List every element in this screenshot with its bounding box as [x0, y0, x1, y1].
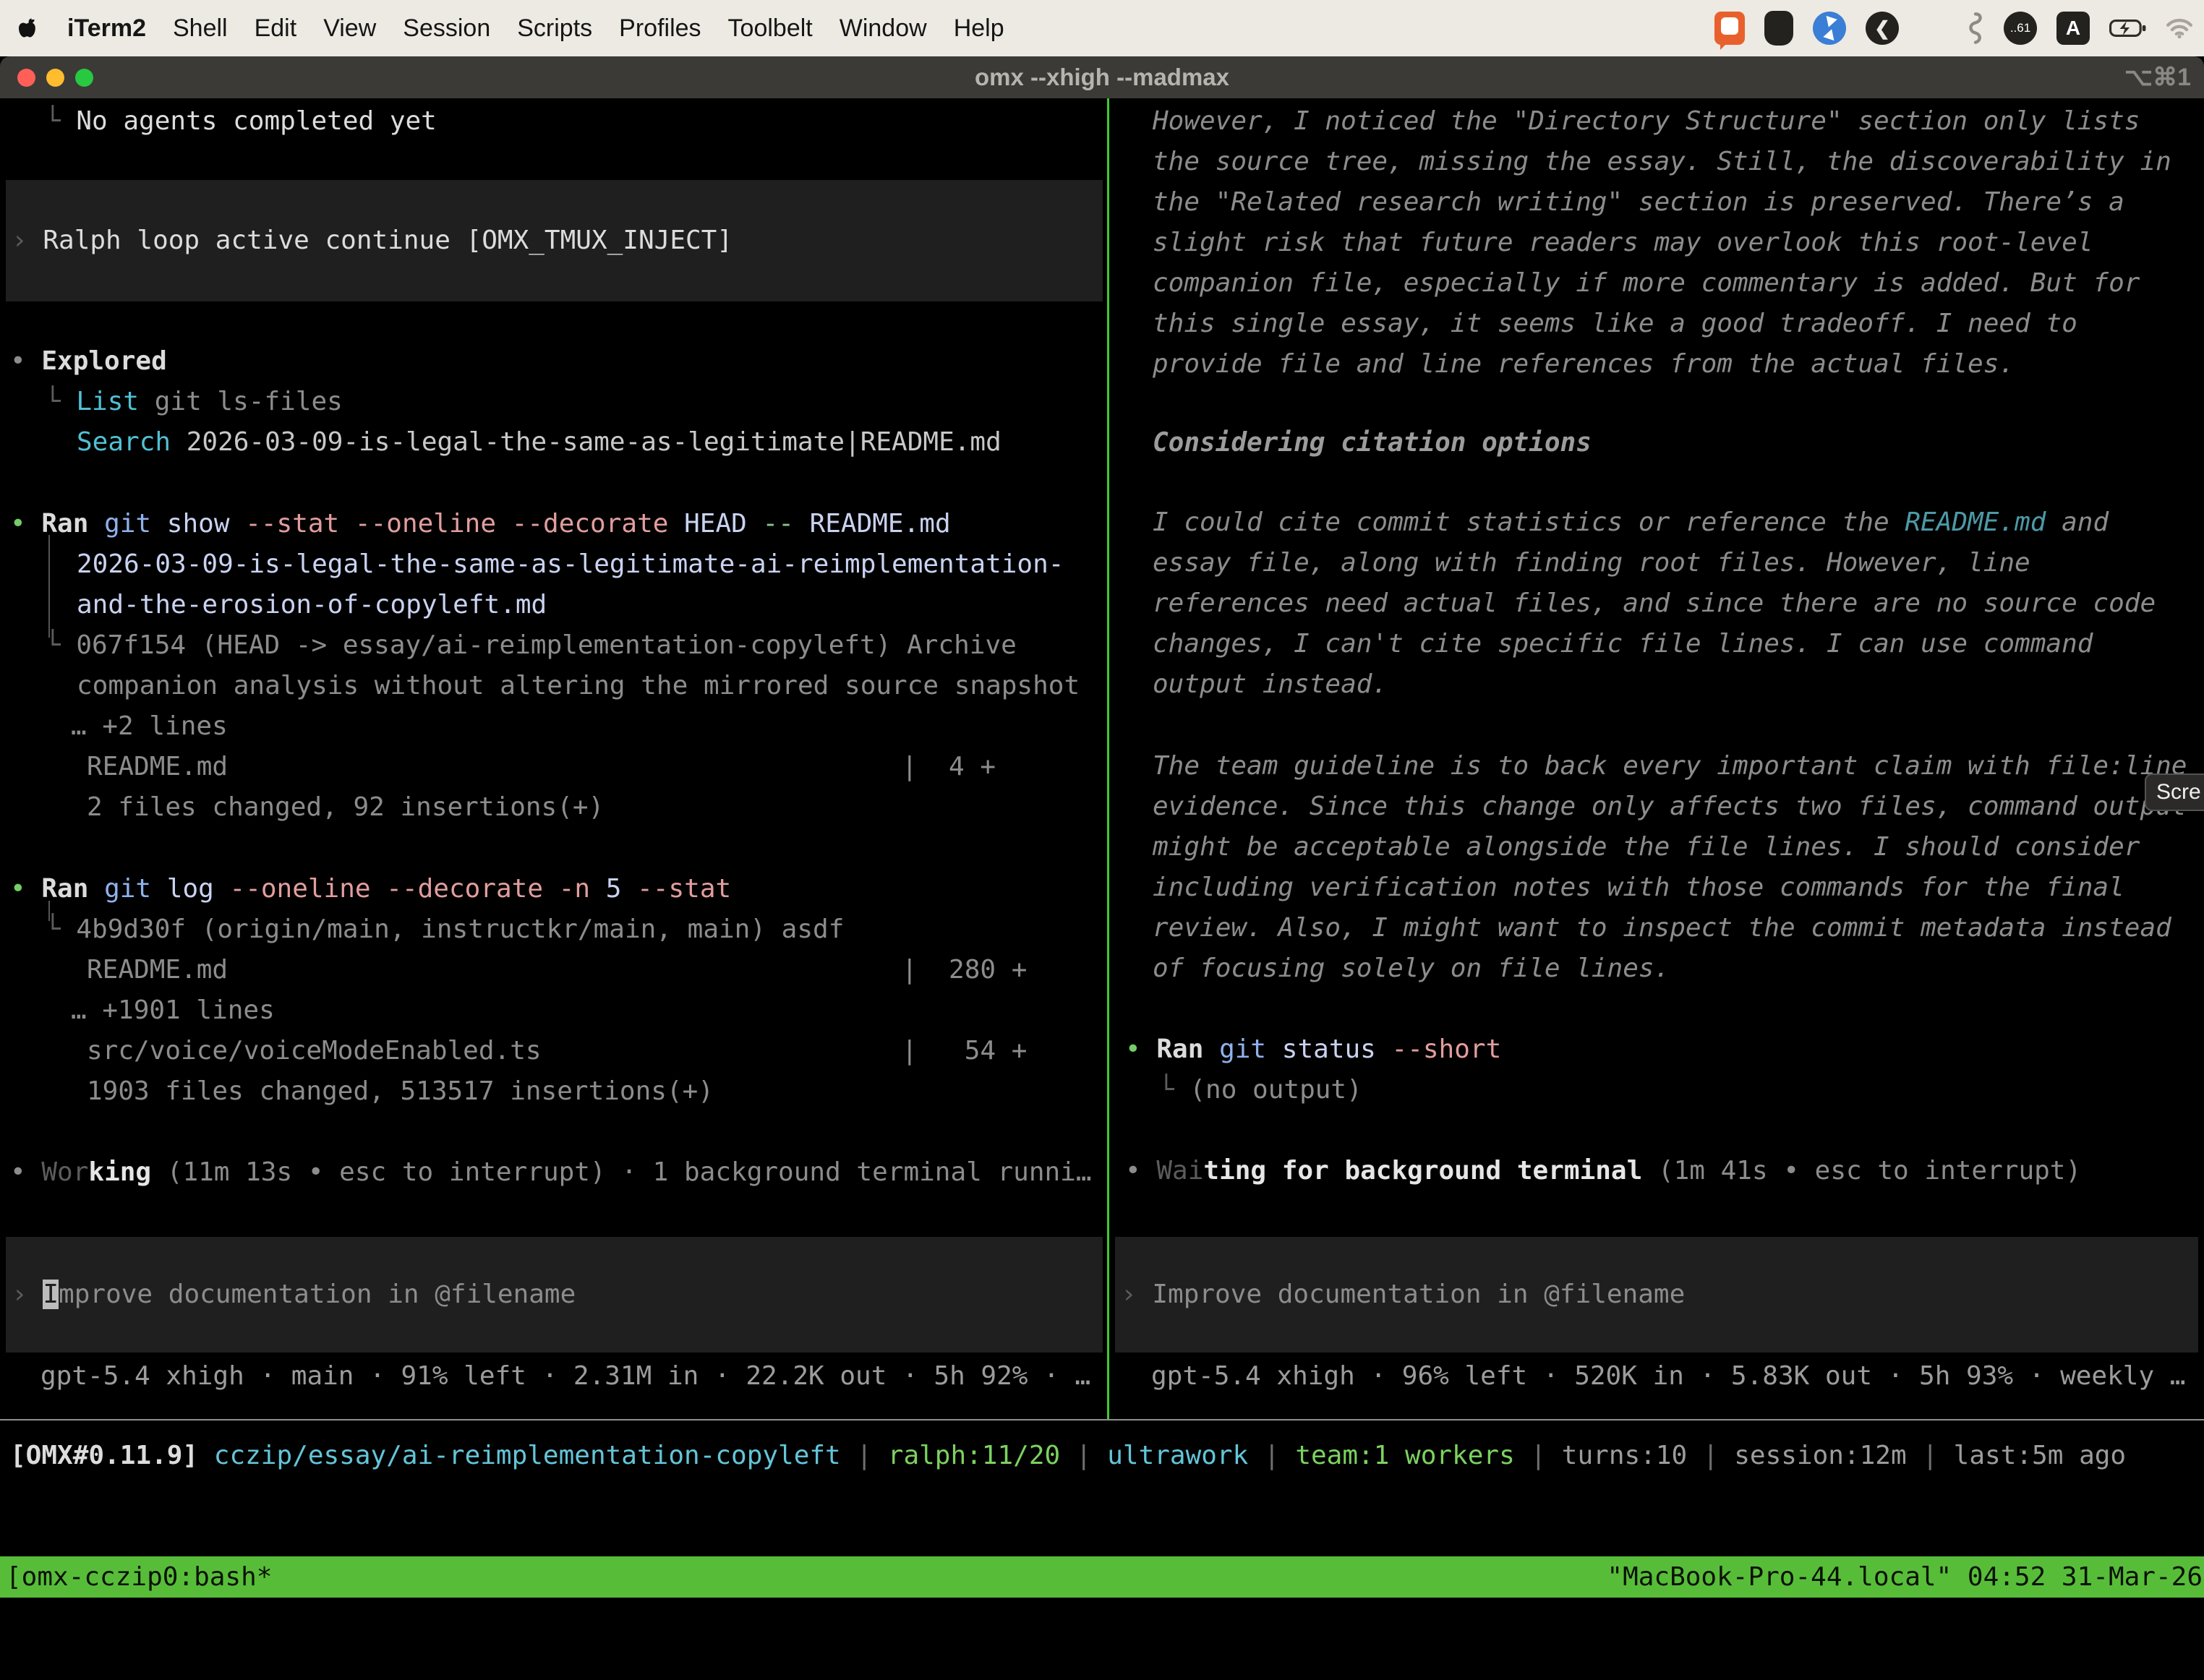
tmux-pane-right[interactable]: However, I noticed the "Directory Struct…: [1109, 98, 2204, 1419]
prompt-input-left[interactable]: › Improve documentation in @filename: [6, 1237, 1103, 1353]
status-separator: [0, 1419, 2204, 1420]
explored-list-line: └ List git ls-files: [45, 382, 343, 422]
git-show-command: • Ran git show --stat --oneline --decora…: [10, 504, 951, 544]
git-show-filename-2: and-the-erosion-of-copyleft.md: [77, 585, 547, 625]
menu-scripts[interactable]: Scripts: [517, 14, 592, 43]
prompt-input-left-text: › Improve documentation in @filename: [12, 1274, 576, 1315]
app-menus: iTerm2 Shell Edit View Session Scripts P…: [67, 14, 1004, 43]
omx-status-line: [OMX#0.11.9] cczip/essay/ai-reimplementa…: [10, 1436, 2126, 1476]
blue-bolt-icon[interactable]: [1813, 12, 1846, 45]
menu-edit[interactable]: Edit: [255, 14, 297, 43]
menu-status-tray: ❮ ..61 A: [1714, 0, 2192, 56]
thinking-paragraph-3: The team guideline is to back every impo…: [1153, 746, 2187, 989]
window-title: omx --xhigh --madmax: [0, 64, 2204, 91]
git-show-output-3: … +2 lines: [71, 706, 228, 747]
screen: { "menu_bar": { "items": ["iTerm2", "She…: [0, 0, 2204, 1613]
tmux-session-label[interactable]: [omx-cczip0:bash*: [6, 1556, 272, 1598]
dots-grid-icon[interactable]: [1918, 14, 1947, 43]
inject-banner[interactable]: › Ralph loop active continue [OMX_TMUX_I…: [6, 180, 1103, 301]
screen-share-button[interactable]: Scre: [2145, 773, 2204, 811]
chat-app-icon[interactable]: [1714, 12, 1745, 45]
close-window-button[interactable]: [17, 69, 35, 87]
minimize-window-button[interactable]: [46, 69, 64, 87]
badge-61-icon[interactable]: ..61: [2004, 12, 2037, 45]
git-status-command: • Ran git status --short: [1125, 1029, 1501, 1070]
agents-note-line: └ No agents completed yet: [45, 101, 437, 142]
menu-bar: iTerm2 Shell Edit View Session Scripts P…: [0, 0, 2204, 56]
menu-iterm2[interactable]: iTerm2: [67, 14, 146, 43]
git-show-output-1: └ 067f154 (HEAD -> essay/ai-reimplementa…: [45, 625, 1017, 666]
shield-grid-icon[interactable]: [1764, 11, 1793, 46]
thinking-paragraph-2-line-1: I could cite commit statistics or refere…: [1153, 502, 2109, 543]
chevron-circle-icon[interactable]: ❮: [1866, 12, 1899, 45]
git-show-filename-1: 2026-03-09-is-legal-the-same-as-legitima…: [77, 544, 1064, 585]
menu-window[interactable]: Window: [840, 14, 927, 43]
menu-toolbelt[interactable]: Toolbelt: [728, 14, 813, 43]
thinking-paragraph-2-rest: essay file, along with finding root file…: [1153, 543, 2156, 705]
explored-header: • Explored: [10, 341, 167, 382]
git-log-output-3: … +1901 lines: [71, 990, 275, 1031]
prompt-input-right[interactable]: › Improve documentation in @filename: [1115, 1237, 2198, 1353]
battery-charging-icon[interactable]: [2109, 18, 2147, 38]
git-show-output-5: 2 files changed, 92 insertions(+): [87, 787, 604, 828]
waiting-status-line: • Waiting for background terminal (1m 41…: [1125, 1151, 2081, 1191]
letter-a-icon[interactable]: A: [2056, 12, 2090, 45]
tab-shortcut-label: ⌥⌘1: [2124, 56, 2191, 98]
window-title-bar[interactable]: omx --xhigh --madmax ⌥⌘1: [0, 56, 2204, 98]
menu-shell[interactable]: Shell: [173, 14, 228, 43]
inject-banner-text: › Ralph loop active continue [OMX_TMUX_I…: [12, 220, 732, 261]
thinking-paragraph-1: However, I noticed the "Directory Struct…: [1153, 101, 2171, 385]
tmux-host-clock: "MacBook-Pro-44.local" 04:52 31-Mar-26: [1607, 1556, 2203, 1598]
menu-help[interactable]: Help: [954, 14, 1004, 43]
menu-profiles[interactable]: Profiles: [619, 14, 701, 43]
tree-connector: [48, 535, 50, 638]
git-log-output-5: 1903 files changed, 513517 insertions(+): [87, 1071, 714, 1112]
git-log-command: • Ran git log --oneline --decorate -n 5 …: [10, 869, 731, 909]
git-log-output-1: └ 4b9d30f (origin/main, instructkr/main,…: [45, 909, 844, 950]
session-status-right: gpt-5.4 xhigh · 96% left · 520K in · 5.8…: [1151, 1356, 2185, 1397]
hook-squiggle-icon[interactable]: [1967, 12, 1984, 44]
traffic-lights: [17, 56, 93, 98]
git-show-output-2: companion analysis without altering the …: [77, 666, 1080, 706]
working-status-line: • Working (11m 13s • esc to interrupt) ·…: [10, 1152, 1092, 1193]
zoom-window-button[interactable]: [75, 69, 93, 87]
menu-view[interactable]: View: [323, 14, 376, 43]
prompt-input-right-text: › Improve documentation in @filename: [1121, 1274, 1685, 1315]
git-show-output-4: README.md | 4 +: [87, 747, 996, 787]
terminal-area: └ No agents completed yet › Ralph loop a…: [0, 98, 2204, 1419]
git-log-output-2: README.md | 280 +: [87, 950, 1027, 990]
wifi-icon[interactable]: [2166, 18, 2192, 38]
menu-session[interactable]: Session: [403, 14, 490, 43]
tmux-status-bar: [omx-cczip0:bash* "MacBook-Pro-44.local"…: [0, 1556, 2204, 1598]
session-status-left: gpt-5.4 xhigh · main · 91% left · 2.31M …: [40, 1356, 1090, 1397]
thinking-heading: Considering citation options: [1153, 423, 1592, 463]
git-log-output-4: src/voice/voiceModeEnabled.ts | 54 +: [87, 1031, 1027, 1071]
git-status-output: └ (no output): [1158, 1070, 1362, 1110]
tmux-pane-left[interactable]: └ No agents completed yet › Ralph loop a…: [0, 98, 1107, 1419]
apple-menu-icon[interactable]: [19, 17, 38, 40]
explored-search-line: Search 2026-03-09-is-legal-the-same-as-l…: [77, 422, 1001, 463]
